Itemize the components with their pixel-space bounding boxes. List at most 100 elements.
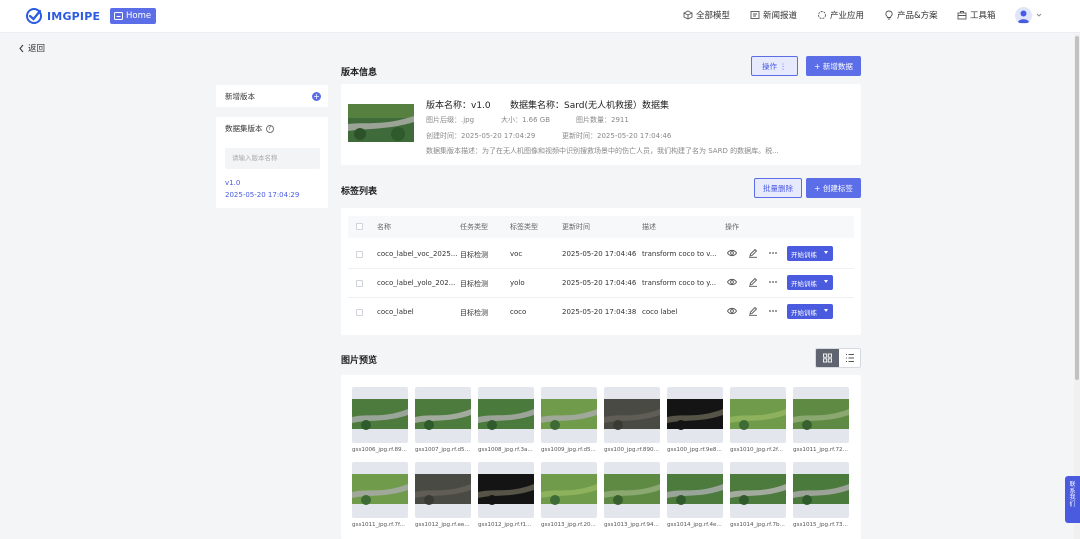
row-checkbox[interactable] (356, 251, 363, 258)
dataset-thumbnail (348, 104, 414, 142)
thumbnail-image (541, 399, 597, 430)
edit-icon[interactable] (748, 306, 758, 316)
grid-icon (823, 353, 832, 363)
start-training-button[interactable]: 开始训练 (787, 304, 833, 319)
image-filename: gss1015_jpg.rf.73... (793, 522, 848, 528)
edit-icon[interactable] (748, 248, 758, 258)
row-checkbox[interactable] (356, 280, 363, 287)
labels-title: 标签列表 (341, 187, 378, 197)
col-header: 更新时间 (562, 223, 590, 231)
col-header: 名称 (377, 223, 391, 231)
image-filename: gss1010_jpg.rf.2f... (730, 447, 783, 453)
thumbnail-image (415, 399, 471, 430)
image-thumbnail[interactable] (415, 387, 471, 443)
label-desc: coco label (642, 308, 678, 316)
chevron-down-icon[interactable] (1036, 12, 1042, 18)
image-thumbnail[interactable] (478, 387, 534, 443)
select-all-checkbox[interactable] (356, 223, 363, 230)
start-training-button[interactable]: 开始训练 (787, 246, 833, 261)
logo[interactable]: IMGPIPE (26, 8, 100, 24)
plus-icon[interactable]: + (312, 91, 321, 101)
image-grid: gss1006_jpg.rf.89... gss1007_jpg.rf.d5...… (341, 375, 861, 539)
ops-button[interactable]: 操作 ⋮ (751, 56, 798, 76)
eye-icon[interactable] (727, 306, 737, 316)
thumbnail-image (415, 474, 471, 505)
nav-all-models[interactable]: 全部模型 (683, 9, 730, 21)
home-icon (114, 12, 123, 20)
image-thumbnail[interactable] (730, 462, 786, 518)
caret-icon (824, 251, 828, 254)
task-type: 目标检测 (460, 251, 488, 259)
image-filename: gss1008_jpg.rf.3a... (478, 447, 533, 453)
cube-icon (683, 10, 693, 20)
scrollbar-thumb[interactable] (1075, 36, 1079, 380)
task-type: 目标检测 (460, 309, 488, 317)
eye-icon[interactable] (727, 248, 737, 258)
image-thumbnail[interactable] (541, 462, 597, 518)
version-time: 2025-05-20 17:04:29 (225, 191, 300, 199)
add-version-label: 新增版本 (225, 91, 255, 101)
row-checkbox[interactable] (356, 309, 363, 316)
version-item[interactable]: v1.0 2025-05-20 17:04:29 (225, 177, 319, 201)
batch-delete-button[interactable]: 批量删除 (754, 178, 802, 198)
new-data-label: 新增数据 (822, 61, 853, 71)
image-thumbnail[interactable] (604, 462, 660, 518)
nav-news[interactable]: 新闻报道 (750, 9, 797, 21)
image-count: 图片数量：2911 (576, 116, 629, 124)
thumbnail-image (793, 399, 849, 430)
image-thumbnail[interactable] (793, 387, 849, 443)
more-icon[interactable] (768, 306, 778, 316)
label-name[interactable]: coco_label (377, 308, 414, 316)
image-thumbnail[interactable] (415, 462, 471, 518)
image-thumbnail[interactable] (730, 387, 786, 443)
image-filename: gss1013_jpg.rf.20... (541, 522, 596, 528)
nav-toolbox[interactable]: 工具箱 (957, 9, 996, 21)
image-thumbnail[interactable] (793, 462, 849, 518)
label-name[interactable]: coco_label_voc_2025... (377, 250, 457, 258)
col-header: 操作 (725, 223, 739, 231)
caret-icon (824, 280, 828, 283)
start-training-button[interactable]: 开始训练 (787, 275, 833, 290)
train-label: 开始训练 (791, 308, 817, 317)
more-icon[interactable] (768, 248, 778, 258)
image-filename: gss1009_jpg.rf.d5... (541, 447, 596, 453)
col-header: 标签类型 (510, 223, 538, 231)
more-icon[interactable] (768, 277, 778, 287)
home-button[interactable]: Home (110, 8, 157, 24)
help-icon[interactable]: ? (265, 124, 274, 133)
task-type: 目标检测 (460, 280, 488, 288)
caret-icon (824, 309, 828, 312)
col-header: 描述 (642, 223, 656, 231)
image-thumbnail[interactable] (352, 462, 408, 518)
version-info-card: 版本名称：v1.0 数据集名称：Sard(无人机救援）数据集 图片后缀：.jpg… (341, 84, 861, 165)
create-label-label: 创建标签 (822, 183, 853, 193)
nav-industry[interactable]: 产业应用 (817, 9, 864, 21)
add-version-row[interactable]: 新增版本 + (216, 85, 328, 107)
back-link[interactable]: 返回 (18, 42, 45, 54)
version-info-title: 版本信息 (341, 68, 378, 78)
version-panel-title: 数据集版本 (225, 124, 263, 133)
image-thumbnail[interactable] (667, 462, 723, 518)
image-thumbnail[interactable] (352, 387, 408, 443)
updated-time: 更新时间：2025-05-20 17:04:46 (562, 132, 672, 140)
version-search-input[interactable]: 请输入版本名称 (225, 148, 320, 169)
image-thumbnail[interactable] (541, 387, 597, 443)
new-data-button[interactable]: + 新增数据 (806, 56, 861, 76)
eye-icon[interactable] (727, 277, 737, 287)
contact-us-button[interactable]: 联系我们 (1065, 476, 1080, 523)
create-label-button[interactable]: + 创建标签 (806, 178, 861, 198)
contact-label: 联系我们 (1069, 481, 1076, 508)
nav-products[interactable]: 产品&方案 (884, 9, 938, 21)
edit-icon[interactable] (748, 277, 758, 287)
avatar[interactable] (1015, 7, 1032, 24)
image-thumbnail[interactable] (604, 387, 660, 443)
list-view-button[interactable] (839, 349, 860, 367)
grid-view-button[interactable] (816, 349, 839, 367)
image-thumbnail[interactable] (667, 387, 723, 443)
thumbnail-image (478, 474, 534, 505)
image-thumbnail[interactable] (478, 462, 534, 518)
label-name[interactable]: coco_label_yolo_202... (377, 279, 455, 287)
update-time: 2025-05-20 17:04:46 (562, 279, 637, 287)
divider (348, 297, 854, 298)
image-filename: gss1014_jpg.rf.7b... (730, 522, 785, 528)
